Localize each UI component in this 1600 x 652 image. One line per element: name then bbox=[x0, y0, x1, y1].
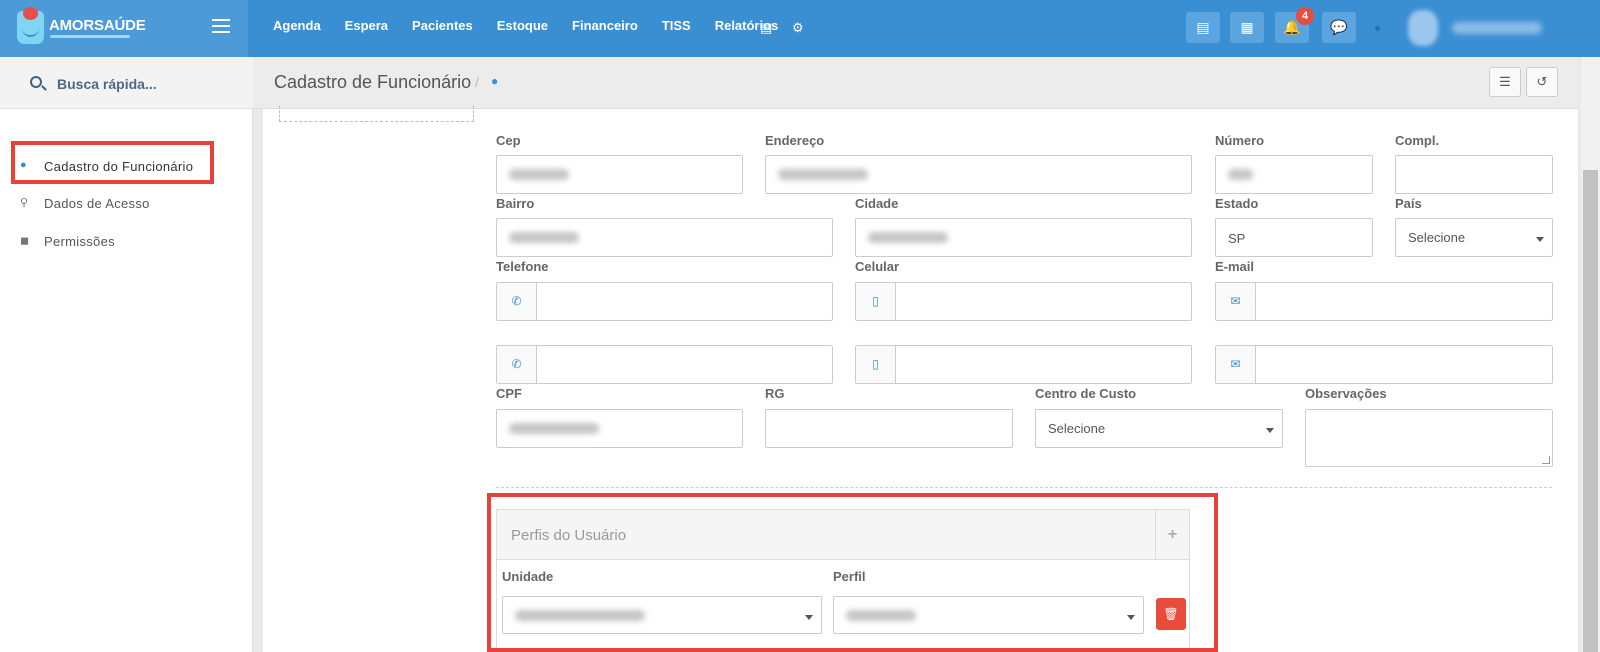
bairro-label: Bairro bbox=[496, 196, 535, 211]
phone-icon: ✆ bbox=[497, 346, 537, 383]
estado-value: SP bbox=[1228, 231, 1246, 246]
nav-agenda[interactable]: Agenda bbox=[273, 18, 321, 33]
inbox-icon: ▤ bbox=[1196, 19, 1210, 35]
compl-input[interactable] bbox=[1395, 155, 1553, 194]
chat-icon: 💬 bbox=[1330, 19, 1348, 35]
breadcrumb-separator: / bbox=[475, 74, 479, 90]
phone-icon: ✆ bbox=[497, 283, 537, 320]
bairro-input[interactable] bbox=[496, 218, 833, 257]
nav-tiss[interactable]: TISS bbox=[662, 18, 691, 33]
list-icon: ☰ bbox=[1499, 74, 1511, 89]
menu-toggle-icon[interactable] bbox=[212, 19, 230, 33]
observacoes-textarea[interactable] bbox=[1305, 409, 1553, 467]
blurred-value bbox=[1228, 169, 1253, 180]
chevron-down-icon bbox=[1536, 237, 1544, 242]
blurred-value bbox=[868, 232, 948, 243]
mobile-icon: ▯ bbox=[856, 283, 896, 320]
celular-label: Celular bbox=[855, 259, 900, 274]
numero-input[interactable] bbox=[1215, 155, 1373, 194]
pais-label: País bbox=[1395, 196, 1422, 211]
nav-estoque[interactable]: Estoque bbox=[497, 18, 548, 33]
quick-search[interactable]: Busca rápida... bbox=[0, 57, 253, 109]
endereco-input[interactable] bbox=[765, 155, 1192, 194]
page-header: Cadastro de Funcionário / ● ☰ ↺ bbox=[253, 57, 1578, 109]
cep-input[interactable] bbox=[496, 155, 743, 194]
user-avatar[interactable] bbox=[1408, 10, 1438, 46]
celular-input-2[interactable]: ▯ bbox=[855, 345, 1192, 384]
email-input-1[interactable]: ✉ bbox=[1215, 282, 1553, 321]
mobile-icon: ▯ bbox=[856, 346, 896, 383]
gear-icon[interactable]: ⚙ bbox=[792, 20, 804, 36]
logo-area[interactable]: AMORSAÚDE bbox=[0, 0, 248, 57]
telefone-input-2[interactable]: ✆ bbox=[496, 345, 833, 384]
scrollbar-thumb[interactable] bbox=[1583, 170, 1598, 652]
estado-input[interactable]: SP bbox=[1215, 218, 1373, 257]
highlight-box-sidebar bbox=[11, 141, 214, 184]
brand-name: AMORSAÚDE bbox=[49, 17, 146, 34]
cidade-label: Cidade bbox=[855, 196, 899, 211]
logo-icon bbox=[17, 7, 44, 44]
notification-badge: 4 bbox=[1296, 7, 1314, 25]
user-icon: ● bbox=[491, 74, 499, 88]
numero-label: Número bbox=[1215, 133, 1265, 148]
section-divider bbox=[496, 487, 1552, 488]
page-title: Cadastro de Funcionário bbox=[274, 72, 472, 92]
quick-search-label: Busca rápida... bbox=[57, 76, 157, 92]
sidebar-item-label: Dados de Acesso bbox=[44, 196, 150, 211]
rg-label: RG bbox=[765, 386, 785, 401]
list-button[interactable]: ☰ bbox=[1489, 67, 1521, 97]
endereco-label: Endereço bbox=[765, 133, 825, 148]
cpf-label: CPF bbox=[496, 386, 522, 401]
cidade-input[interactable] bbox=[855, 218, 1192, 257]
email-input-2[interactable]: ✉ bbox=[1215, 345, 1553, 384]
telefone-label: Telefone bbox=[496, 259, 549, 274]
nav-financeiro[interactable]: Financeiro bbox=[572, 18, 638, 33]
cpf-input[interactable] bbox=[496, 409, 743, 448]
brand-tagline bbox=[50, 35, 130, 38]
telefone-input-1[interactable]: ✆ bbox=[496, 282, 833, 321]
nav-pacientes[interactable]: Pacientes bbox=[412, 18, 473, 33]
cep-label: Cep bbox=[496, 133, 521, 148]
estado-label: Estado bbox=[1215, 196, 1259, 211]
rg-input[interactable] bbox=[765, 409, 1013, 448]
history-button[interactable]: ↺ bbox=[1526, 67, 1558, 97]
observacoes-label: Observações bbox=[1305, 386, 1387, 401]
blurred-value bbox=[509, 232, 579, 243]
calendar-icon: ▦ bbox=[1240, 19, 1254, 35]
status-dot bbox=[1375, 26, 1380, 31]
celular-input-1[interactable]: ▯ bbox=[855, 282, 1192, 321]
resize-handle-icon[interactable] bbox=[1542, 456, 1550, 464]
blurred-value bbox=[778, 169, 868, 180]
envelope-icon: ✉ bbox=[1216, 283, 1256, 320]
blurred-value bbox=[509, 423, 599, 434]
email-label: E-mail bbox=[1215, 259, 1255, 274]
sidebar-item-dados-acesso[interactable]: ⚲ Dados de Acesso bbox=[0, 189, 253, 219]
envelope-icon: ✉ bbox=[1216, 346, 1256, 383]
chat-button[interactable]: 💬 bbox=[1322, 12, 1356, 43]
sidebar-item-label: Permissões bbox=[44, 234, 115, 249]
inbox-button[interactable]: ▤ bbox=[1186, 12, 1220, 43]
calendar-button[interactable]: ▦ bbox=[1230, 12, 1264, 43]
centro-custo-select[interactable]: Selecione bbox=[1035, 409, 1283, 448]
nav-espera[interactable]: Espera bbox=[345, 18, 388, 33]
key-icon: ⚲ bbox=[20, 197, 29, 209]
pais-select[interactable]: Selecione bbox=[1395, 218, 1553, 257]
highlight-box-perfis bbox=[487, 493, 1218, 652]
history-icon: ↺ bbox=[1536, 74, 1548, 89]
photo-dropzone[interactable] bbox=[279, 106, 474, 122]
main-nav: Agenda Espera Pacientes Estoque Financei… bbox=[273, 18, 778, 33]
compl-label: Compl. bbox=[1395, 133, 1440, 148]
blurred-value bbox=[509, 169, 569, 180]
lock-icon: ◼ bbox=[20, 235, 30, 247]
sidebar-item-permissoes[interactable]: ◼ Permissões bbox=[0, 227, 253, 257]
centro-custo-label: Centro de Custo bbox=[1035, 386, 1137, 401]
pais-value: Selecione bbox=[1408, 230, 1466, 245]
database-icon[interactable]: ▤ bbox=[760, 20, 772, 36]
centro-custo-value: Selecione bbox=[1048, 421, 1106, 436]
search-icon bbox=[30, 76, 42, 88]
user-name[interactable] bbox=[1452, 22, 1542, 34]
chevron-down-icon bbox=[1266, 428, 1274, 433]
